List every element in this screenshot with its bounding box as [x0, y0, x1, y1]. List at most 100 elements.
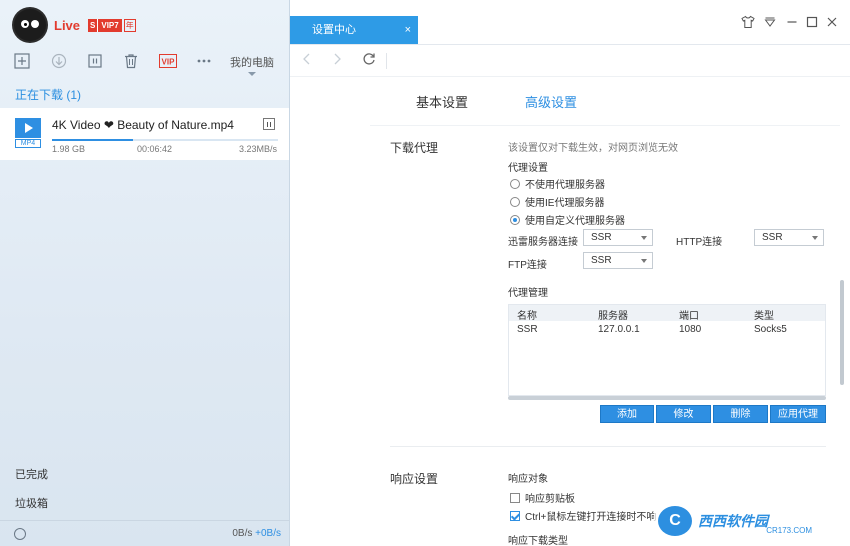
ctrl-click-checkbox-row[interactable]: Ctrl+鼠标左键打开连接时不响	[510, 508, 656, 523]
radio-ie-proxy[interactable]: 使用IE代理服务器	[510, 194, 604, 209]
alarm-clock-icon[interactable]	[14, 528, 26, 540]
table-horizontal-scrollbar[interactable]	[508, 396, 826, 400]
vip-icon: VIP	[159, 54, 177, 68]
pause-all-button[interactable]	[86, 52, 104, 70]
radio-button[interactable]	[510, 178, 520, 189]
menu-button[interactable]	[762, 14, 778, 30]
delete-button[interactable]	[122, 52, 140, 70]
download-toolbar: VIP 我的电脑	[0, 48, 290, 76]
add-icon	[14, 53, 30, 69]
scrollbar-thumb[interactable]	[840, 280, 844, 385]
maximize-icon	[806, 16, 818, 28]
my-pc-dropdown[interactable]: 我的电脑	[230, 54, 274, 76]
chevron-down-icon	[248, 72, 256, 76]
cell-port: 1080	[679, 324, 702, 335]
radio-button[interactable]	[510, 196, 520, 207]
upload-speed-total: +0B/s	[255, 528, 281, 539]
add-proxy-button[interactable]: 添加	[600, 405, 654, 423]
vip-s-label: S	[88, 18, 98, 32]
trash-tab[interactable]: 垃圾箱	[15, 495, 48, 511]
tab-settings-center[interactable]: 设置中心 ×	[290, 16, 418, 44]
download-progress-bar	[52, 139, 278, 141]
completed-tab[interactable]: 已完成	[15, 466, 48, 482]
delete-proxy-button[interactable]: 删除	[713, 405, 768, 423]
avatar-eye-icon	[34, 23, 37, 26]
site-watermark: C 西西软件园 CR173.COM	[654, 504, 830, 538]
apply-proxy-button[interactable]: 应用代理	[770, 405, 826, 423]
shirt-icon	[741, 15, 755, 28]
nav-bar	[290, 45, 850, 77]
proxy-manage-title: 代理管理	[508, 288, 548, 299]
download-icon	[51, 53, 67, 69]
http-connection-select[interactable]: SSR	[754, 229, 824, 246]
minimize-button[interactable]	[784, 14, 800, 30]
column-header-name[interactable]: 名称	[517, 307, 537, 322]
edit-proxy-button[interactable]: 修改	[656, 405, 711, 423]
section-divider	[390, 446, 826, 447]
checkbox-label: Ctrl+鼠标左键打开连接时不响	[525, 512, 657, 523]
vip-speedup-button[interactable]: VIP	[158, 52, 178, 70]
checkbox-checked[interactable]	[510, 510, 520, 521]
ftp-connection-select[interactable]: SSR	[583, 252, 653, 269]
clipboard-checkbox-row[interactable]: 响应剪贴板	[510, 490, 575, 505]
column-header-server[interactable]: 服务器	[598, 307, 628, 322]
video-file-icon: MP4	[15, 118, 41, 148]
radio-no-proxy[interactable]: 不使用代理服务器	[510, 176, 605, 191]
watermark-logo: C	[658, 506, 692, 536]
back-button[interactable]	[302, 52, 312, 69]
skin-button[interactable]	[740, 14, 756, 30]
forward-button[interactable]	[332, 52, 342, 69]
close-button[interactable]	[824, 14, 840, 30]
proxy-table: 名称 服务器 端口 类型 SSR 127.0.0.1 1080 Socks5	[508, 304, 826, 396]
title-bar: 设置中心 ×	[290, 0, 850, 45]
ftp-connection-label: FTP连接	[508, 260, 547, 271]
radio-custom-proxy[interactable]: 使用自定义代理服务器	[510, 212, 625, 227]
proxy-action-buttons: 添加 修改 删除 应用代理	[600, 405, 826, 423]
avatar-eye-icon	[24, 23, 27, 26]
item-pause-button[interactable]	[263, 118, 275, 130]
my-pc-label: 我的电脑	[230, 57, 274, 69]
proxy-hint: 该设置仅对下载生效，对网页浏览无效	[508, 143, 678, 154]
play-icon	[15, 118, 41, 138]
column-header-port[interactable]: 端口	[679, 307, 699, 322]
http-connection-label: HTTP连接	[676, 237, 723, 248]
radio-button-selected[interactable]	[510, 214, 520, 225]
maximize-button[interactable]	[804, 14, 820, 30]
cell-name: SSR	[517, 324, 538, 335]
radio-label: 使用IE代理服务器	[525, 198, 605, 209]
user-avatar[interactable]	[14, 9, 46, 41]
thunder-connection-label: 迅雷服务器连接	[508, 237, 578, 248]
advanced-settings-content: 下载代理 该设置仅对下载生效，对网页浏览无效 代理设置 不使用代理服务器 使用I…	[290, 126, 838, 546]
column-header-type[interactable]: 类型	[754, 307, 774, 322]
table-header: 名称 服务器 端口 类型	[509, 305, 825, 322]
vertical-scrollbar[interactable]	[838, 126, 846, 546]
cell-type: Socks5	[754, 324, 787, 335]
tab-advanced-settings[interactable]: 高级设置	[525, 92, 577, 111]
file-ext-label: MP4	[15, 139, 41, 148]
tab-close-icon[interactable]: ×	[405, 16, 411, 44]
pause-icon	[267, 121, 268, 127]
download-progress-fill	[52, 139, 134, 141]
chevron-down-icon	[812, 236, 818, 240]
tab-basic-settings[interactable]: 基本设置	[416, 92, 468, 111]
more-button[interactable]	[195, 52, 213, 70]
new-task-button[interactable]	[13, 52, 31, 70]
nav-divider	[386, 53, 387, 69]
download-item[interactable]: MP4 4K Video ❤ Beauty of Nature.mp4 1.98…	[0, 108, 289, 160]
vip-badge[interactable]: S VIP7 年	[88, 18, 136, 32]
menu-triangle-icon	[764, 17, 776, 27]
chevron-down-icon	[641, 236, 647, 240]
table-row[interactable]: SSR 127.0.0.1 1080 Socks5	[509, 322, 825, 338]
checkbox[interactable]	[510, 492, 520, 503]
refresh-button[interactable]	[362, 52, 376, 69]
radio-label: 使用自定义代理服务器	[525, 216, 625, 227]
checkbox-label: 响应剪贴板	[525, 494, 575, 505]
settings-tabs: 基本设置 高级设置	[290, 88, 850, 118]
thunder-connection-select[interactable]: SSR	[583, 229, 653, 246]
proxy-section-title: 下载代理	[390, 141, 439, 155]
downloading-heading[interactable]: 正在下载 (1)	[15, 86, 81, 103]
start-button[interactable]	[50, 52, 68, 70]
response-type-title: 响应下载类型	[508, 536, 568, 546]
live-label[interactable]: Live	[54, 18, 80, 33]
chevron-left-icon	[303, 53, 310, 65]
